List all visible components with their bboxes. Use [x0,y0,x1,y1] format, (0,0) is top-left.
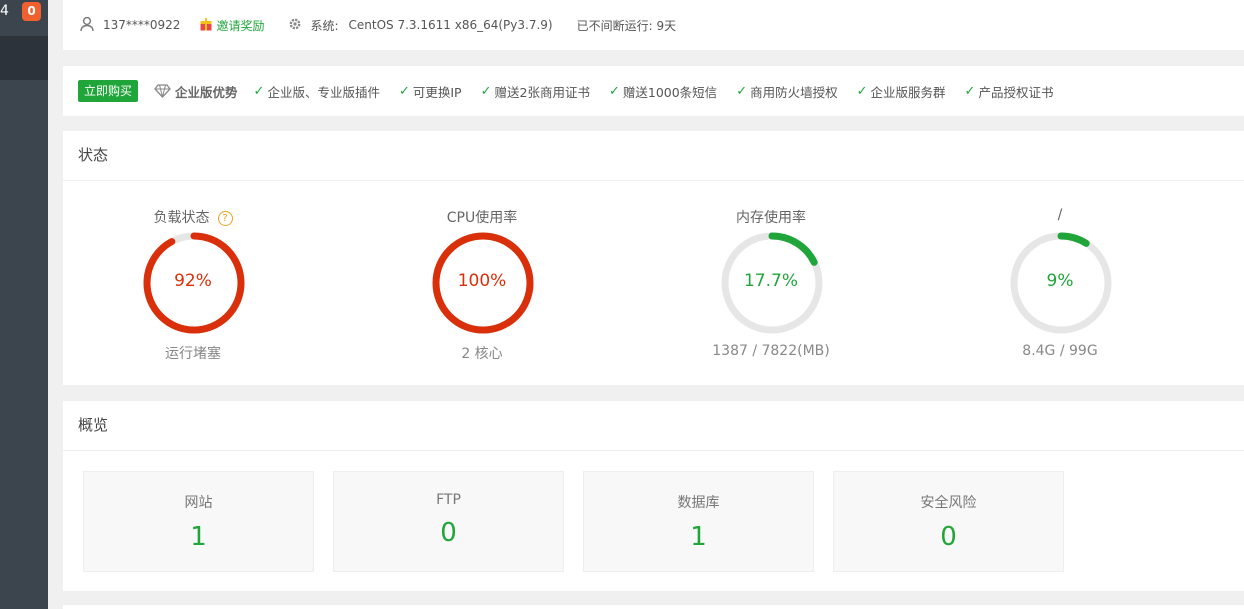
tile-value: 0 [440,518,457,548]
check-icon: ✓ [253,83,265,99]
gauge-sub: 运行堵塞 [165,346,221,362]
check-icon: ✓ [608,83,620,99]
uptime-text: 已不间断运行: 9天 [576,18,677,33]
feature-item: ✓ 产品授权证书 [964,83,1054,100]
check-icon: ✓ [856,83,868,99]
tile-label: 安全风险 [920,495,977,511]
invite-label: 邀请奖励 [216,18,265,33]
feature-item: ✓ 企业版、专业版插件 [253,83,380,100]
top-info-bar: 137****0922 邀请奖励 系统: CentOS 7.3.1611 x86… [63,0,1244,50]
check-icon: ✓ [480,83,492,99]
gauge-value: 9% [1046,271,1074,291]
sidebar-number: 4 [0,3,9,19]
help-icon[interactable]: ? [217,211,233,226]
gauge-sub: 2 核心 [461,346,503,362]
gear-icon [288,17,302,34]
check-icon: ✓ [398,83,410,99]
gauge-label: 内存使用率 [736,210,806,226]
gift-icon [200,17,212,34]
overview-tile-websites[interactable]: 网站 1 [83,471,314,572]
diamond-icon [154,84,171,98]
sidebar-item-selected[interactable] [0,36,48,80]
check-icon: ✓ [736,83,748,99]
feature-item: ✓ 赠送2张商用证书 [480,83,590,100]
notification-badge[interactable]: 0 [22,2,41,21]
next-panel-edge [63,605,1244,609]
invite-link[interactable]: 邀请奖励 [200,17,264,34]
tile-label: 数据库 [677,495,720,511]
enterprise-advantages: 企业版优势 [154,82,238,101]
user-phone: 137****0922 [103,18,181,32]
system-label: 系统: [310,18,339,33]
status-title: 状态 [63,131,1244,181]
overview-tile-databases[interactable]: 数据库 1 [583,471,814,572]
enterprise-label: 企业版优势 [175,84,238,100]
gauge-value: 100% [457,271,507,291]
gauge-value: 92% [174,271,212,291]
gauge-sub: 1387 / 7822(MB) [712,343,830,359]
gauge-label: 负载状态 [153,210,210,226]
tile-value: 0 [940,522,957,552]
gauge-value: 17.7% [743,271,798,291]
check-icon: ✓ [964,83,976,99]
overview-tile-security[interactable]: 安全风险 0 [833,471,1064,572]
feature-item: ✓ 赠送1000条短信 [608,83,718,100]
feature-item: ✓ 商用防火墙授权 [736,83,838,100]
feature-item: ✓ 企业版服务群 [856,83,946,100]
gauge-label: / [1057,207,1063,223]
tile-value: 1 [190,522,207,552]
status-panel: 状态 负载状态? 92% 运行堵塞 CPU使用率 100% 2 核心 内存使用率… [63,131,1244,385]
user-info[interactable]: 137****0922 [79,16,180,35]
user-icon [79,16,95,35]
gauge-label: CPU使用率 [446,210,518,226]
sidebar-top: 4 0 [0,0,48,36]
tile-value: 1 [690,522,707,552]
uptime: 已不间断运行: 9天 [577,17,677,34]
overview-panel: 概览 网站 1 FTP 0 数据库 1 安全风险 0 [63,401,1244,591]
enterprise-promo-bar: 立即购买 企业版优势 ✓ 企业版、专业版插件 ✓ 可更换IP ✓ 赠送2张商用证书 ✓… [63,66,1244,116]
overview-tile-ftp[interactable]: FTP 0 [333,471,564,572]
overview-title: 概览 [63,401,1244,451]
tile-label: 网站 [184,495,213,511]
gauge-sub: 8.4G / 99G [1022,343,1098,359]
sidebar: 4 0 [0,0,48,609]
feature-item: ✓ 可更换IP [398,83,462,100]
buy-now-button[interactable]: 立即购买 [78,80,139,102]
tile-label: FTP [436,492,461,508]
system-value: CentOS 7.3.1611 x86_64(Py3.7.9) [348,18,553,32]
system-info: 系统: CentOS 7.3.1611 x86_64(Py3.7.9) [288,17,553,34]
